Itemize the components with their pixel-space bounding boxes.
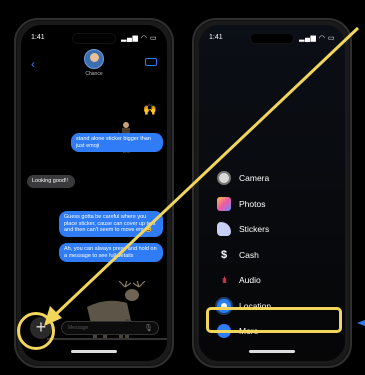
menu-item-stickers[interactable]: Stickers bbox=[217, 220, 337, 246]
more-item-highlight-box bbox=[206, 307, 342, 333]
contact-name[interactable]: Chance bbox=[21, 71, 167, 77]
menu-item-photos[interactable]: Photos bbox=[217, 195, 337, 221]
menu-item-label: Camera bbox=[239, 173, 270, 183]
message-input-placeholder: Message bbox=[68, 325, 89, 331]
message-bubble-sent[interactable]: Ah, you can always press and hold on a m… bbox=[59, 243, 163, 262]
raised-hands-sticker: 🙌 bbox=[143, 104, 157, 116]
message-bubble-received[interactable]: Looking good!! bbox=[27, 175, 75, 188]
home-indicator bbox=[71, 350, 117, 353]
home-indicator bbox=[249, 350, 295, 353]
tutorial-composite: 1:41 ▂▄▆ ◠ ▭ ‹ Chance 🙌 stand alone stic… bbox=[0, 0, 365, 375]
cash-icon: $ bbox=[220, 248, 228, 261]
message-input[interactable]: Message 🎙 bbox=[61, 321, 159, 335]
menu-item-label: Photos bbox=[239, 198, 266, 209]
menu-item-audio[interactable]: ılı Audio bbox=[217, 271, 337, 297]
audio-icon: ılı bbox=[221, 275, 227, 285]
menu-item-label: Stickers bbox=[239, 224, 270, 234]
back-chevron-icon[interactable]: ‹ bbox=[31, 57, 35, 71]
menu-item-cash[interactable]: $ Cash bbox=[217, 246, 337, 272]
message-bubble-sent[interactable]: stand alone sticker bigger than just emo… bbox=[71, 133, 163, 152]
stickers-icon bbox=[217, 222, 231, 236]
status-time: 1:41 bbox=[209, 34, 223, 41]
pointer-arrow-icon bbox=[357, 320, 365, 326]
microphone-icon[interactable]: 🎙 bbox=[144, 324, 153, 332]
photos-icon bbox=[217, 196, 231, 211]
menu-item-label: Audio bbox=[239, 275, 261, 285]
status-icons: ▂▄▆ ◠ ▭ bbox=[121, 35, 157, 42]
message-bubble-sent[interactable]: Guess gotta be careful where you place s… bbox=[59, 211, 163, 237]
messages-conversation-screen: 1:41 ▂▄▆ ◠ ▭ ‹ Chance 🙌 stand alone stic… bbox=[21, 25, 167, 361]
camera-icon bbox=[217, 171, 231, 185]
status-bar: 1:41 ▂▄▆ ◠ ▭ bbox=[31, 33, 157, 45]
menu-item-label: Cash bbox=[239, 249, 259, 260]
facetime-video-icon[interactable] bbox=[145, 58, 157, 66]
contact-avatar[interactable] bbox=[84, 49, 104, 69]
plus-button-highlight-circle bbox=[17, 312, 55, 350]
status-bar: 1:41 ▂▄▆ ◠ ▭ bbox=[209, 33, 335, 45]
menu-item-camera[interactable]: Camera bbox=[217, 169, 337, 195]
status-icons: ▂▄▆ ◠ ▭ bbox=[299, 35, 335, 42]
status-time: 1:41 bbox=[31, 34, 45, 41]
